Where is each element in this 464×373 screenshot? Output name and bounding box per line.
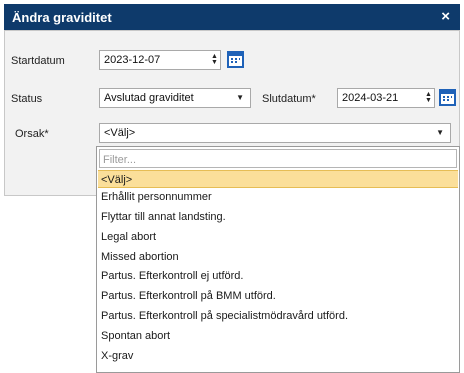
cause-select[interactable]: <Välj> ▼ [99, 123, 451, 143]
option-valj[interactable]: <Välj> [98, 170, 458, 188]
status-chevron-down-icon: ▼ [236, 93, 244, 102]
start-date-calendar-icon[interactable] [227, 51, 244, 68]
status-select[interactable]: Avslutad graviditet ▼ [99, 88, 251, 108]
status-value: Avslutad graviditet [104, 92, 194, 104]
dialog-title-bar: Ändra graviditet × [4, 4, 460, 30]
option-spontan-abort[interactable]: Spontan abort [98, 327, 458, 345]
option-missed-abortion[interactable]: Missed abortion [98, 248, 458, 266]
option-x-grav[interactable]: X-grav [98, 347, 458, 365]
option-partus-ej-utford[interactable]: Partus. Efterkontroll ej utförd. [98, 267, 458, 285]
cause-label: Orsak* [15, 128, 49, 140]
start-date-spinner-icon[interactable]: ▲ ▼ [211, 53, 218, 66]
option-legal-abort[interactable]: Legal abort [98, 228, 458, 246]
close-icon[interactable]: × [441, 8, 450, 25]
status-label: Status [11, 93, 43, 105]
start-date-value: 2023-12-07 [104, 54, 161, 66]
cause-dropdown-list: <Välj> Erhållit personnummer Flyttar til… [96, 146, 460, 373]
end-date-value: 2024-03-21 [342, 92, 399, 104]
filter-input[interactable] [99, 149, 457, 168]
cause-value: <Välj> [104, 127, 136, 139]
dialog-title: Ändra graviditet [12, 10, 112, 25]
start-date-field[interactable]: 2023-12-07 ▲ ▼ [99, 50, 221, 70]
option-erhallit-personnummer[interactable]: Erhållit personnummer [98, 188, 458, 206]
end-date-field[interactable]: 2024-03-21 ▲ ▼ [337, 88, 435, 108]
end-date-label: Slutdatum* [262, 93, 316, 105]
option-partus-specialist[interactable]: Partus. Efterkontroll på specialistmödra… [98, 307, 458, 325]
end-date-calendar-icon[interactable] [439, 89, 456, 106]
option-partus-bmm[interactable]: Partus. Efterkontroll på BMM utförd. [98, 287, 458, 305]
end-date-spinner-icon[interactable]: ▲ ▼ [425, 91, 432, 104]
option-flyttar[interactable]: Flyttar till annat landsting. [98, 208, 458, 226]
start-date-label: Startdatum [11, 55, 65, 67]
cause-chevron-down-icon: ▼ [436, 128, 444, 137]
